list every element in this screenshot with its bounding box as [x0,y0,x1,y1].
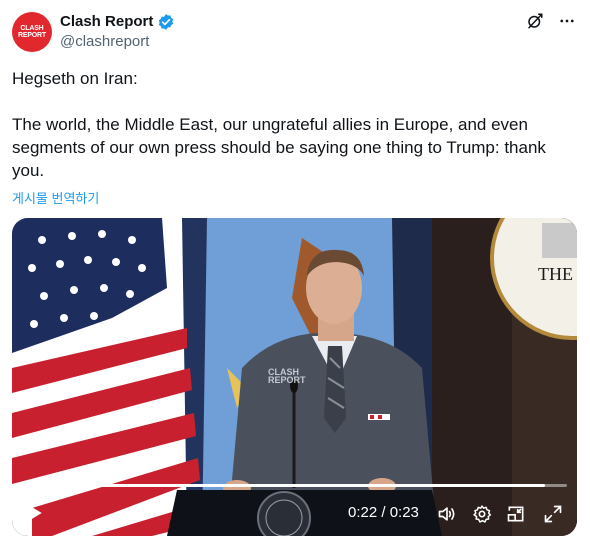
translate-post-link[interactable]: 게시물 번역하기 [12,188,99,207]
avatar[interactable]: CLASH REPORT [12,12,52,52]
volume-icon[interactable] [436,504,458,524]
play-icon[interactable] [26,504,44,522]
gear-icon[interactable] [472,504,492,524]
tweet-actions [526,12,576,30]
avatar-logo-text: CLASH REPORT [18,25,46,39]
video-progress-bar[interactable] [22,484,567,487]
more-icon[interactable] [558,12,576,30]
captions-icon[interactable] [506,504,526,524]
grok-icon[interactable] [526,12,544,30]
author-handle[interactable]: @clashreport [60,33,149,50]
video-progress-fill [22,484,546,487]
video-time: 0:22 / 0:23 [348,504,419,521]
clash-report-watermark: CLASH REPORT [268,367,306,385]
verified-badge-icon [159,14,174,30]
video-player[interactable]: THE CLASH REPORT 0:22 / 0:23 [12,218,577,536]
us-flag [12,218,204,536]
display-name[interactable]: Clash Report [60,12,153,32]
tweet-text: Hegseth on Iran: The world, the Middle E… [12,69,546,180]
video-controls: 0:22 / 0:23 [12,490,577,536]
fullscreen-icon[interactable] [543,504,563,524]
svg-text:THE: THE [538,264,573,284]
author-name-row[interactable]: Clash Report [60,12,175,32]
